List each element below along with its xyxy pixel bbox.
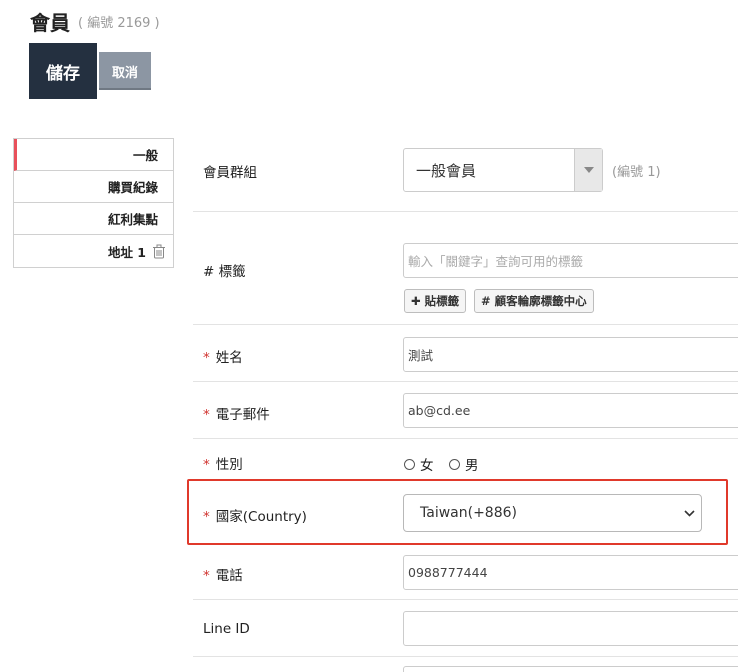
phone-label: * 電話 bbox=[203, 564, 243, 584]
gender-label: * 性別 bbox=[203, 453, 243, 473]
name-field[interactable]: 測試 bbox=[403, 337, 738, 372]
tags-label: # 標籤 bbox=[203, 264, 246, 280]
tab-label: 地址 1 bbox=[107, 244, 146, 260]
gender-male-radio[interactable]: 男 bbox=[449, 454, 479, 474]
country-label: * 國家(Country) bbox=[203, 505, 307, 525]
tab-label: 紅利集點 bbox=[107, 212, 158, 227]
phone-field[interactable]: 0988777444 bbox=[403, 555, 738, 590]
member-edit-page: 會員 ( 編號 2169 ) 儲存 取消 一般 購買紀錄 紅利集點 地址 1 會… bbox=[0, 0, 738, 672]
gender-option-label: 女 bbox=[420, 458, 434, 474]
name-label-text: 姓名 bbox=[215, 350, 243, 366]
cancel-button[interactable]: 取消 bbox=[99, 52, 151, 90]
required-mark: * bbox=[203, 568, 210, 584]
add-tag-button[interactable]: ✚ 貼標籤 bbox=[404, 289, 467, 313]
group-number: (編號 1) bbox=[612, 165, 661, 180]
country-select[interactable]: Taiwan(+886) bbox=[403, 494, 702, 532]
required-mark: * bbox=[203, 457, 210, 473]
chevron-down-icon bbox=[677, 509, 701, 517]
row-divider bbox=[193, 381, 738, 382]
phone-label-text: 電話 bbox=[215, 568, 243, 584]
tag-search-input[interactable]: 輸入「關鍵字」查詢可用的標籤 bbox=[403, 243, 738, 278]
tab-label: 購買紀錄 bbox=[107, 180, 158, 195]
row-divider bbox=[193, 656, 738, 657]
name-label: * 姓名 bbox=[203, 346, 243, 366]
save-button[interactable]: 儲存 bbox=[29, 43, 97, 99]
row-divider bbox=[193, 599, 738, 600]
country-label-text: 國家(Country) bbox=[215, 509, 307, 525]
email-field[interactable]: ab@cd.ee bbox=[403, 393, 738, 428]
row-divider bbox=[193, 324, 738, 325]
gender-female-radio[interactable]: 女 bbox=[404, 454, 434, 474]
email-label-text: 電子郵件 bbox=[215, 407, 270, 423]
radio-circle-icon bbox=[449, 458, 460, 470]
country-value: Taiwan(+886) bbox=[420, 505, 517, 521]
trash-icon[interactable] bbox=[152, 244, 166, 259]
tab-address-1[interactable]: 地址 1 bbox=[14, 235, 173, 267]
email-label: * 電子郵件 bbox=[203, 403, 270, 423]
required-mark: * bbox=[203, 350, 210, 366]
gender-option-label: 男 bbox=[465, 458, 479, 474]
tab-bonus-points[interactable]: 紅利集點 bbox=[14, 203, 173, 235]
member-group-select[interactable]: 一般會員 bbox=[403, 148, 603, 192]
tab-general[interactable]: 一般 bbox=[14, 139, 173, 171]
section-tabs: 一般 購買紀錄 紅利集點 地址 1 bbox=[13, 138, 174, 268]
line-id-label: Line ID bbox=[203, 621, 250, 637]
required-mark: * bbox=[203, 509, 210, 525]
radio-circle-icon bbox=[404, 458, 415, 470]
required-mark: * bbox=[203, 407, 210, 423]
row-divider bbox=[193, 211, 738, 212]
tag-center-button[interactable]: # 顧客輪廓標籤中心 bbox=[474, 289, 594, 313]
gender-label-text: 性別 bbox=[215, 457, 243, 473]
member-group-label: 會員群組 bbox=[203, 165, 257, 181]
caret-down-icon[interactable] bbox=[574, 149, 602, 191]
member-group-value: 一般會員 bbox=[416, 161, 477, 180]
record-number: ( 編號 2169 ) bbox=[78, 16, 160, 31]
tab-label: 一般 bbox=[132, 148, 158, 163]
tab-purchase-history[interactable]: 購買紀錄 bbox=[14, 171, 173, 203]
page-title: 會員 bbox=[30, 11, 70, 35]
next-field[interactable] bbox=[403, 666, 738, 672]
row-divider bbox=[193, 438, 738, 439]
line-id-field[interactable] bbox=[403, 611, 738, 646]
